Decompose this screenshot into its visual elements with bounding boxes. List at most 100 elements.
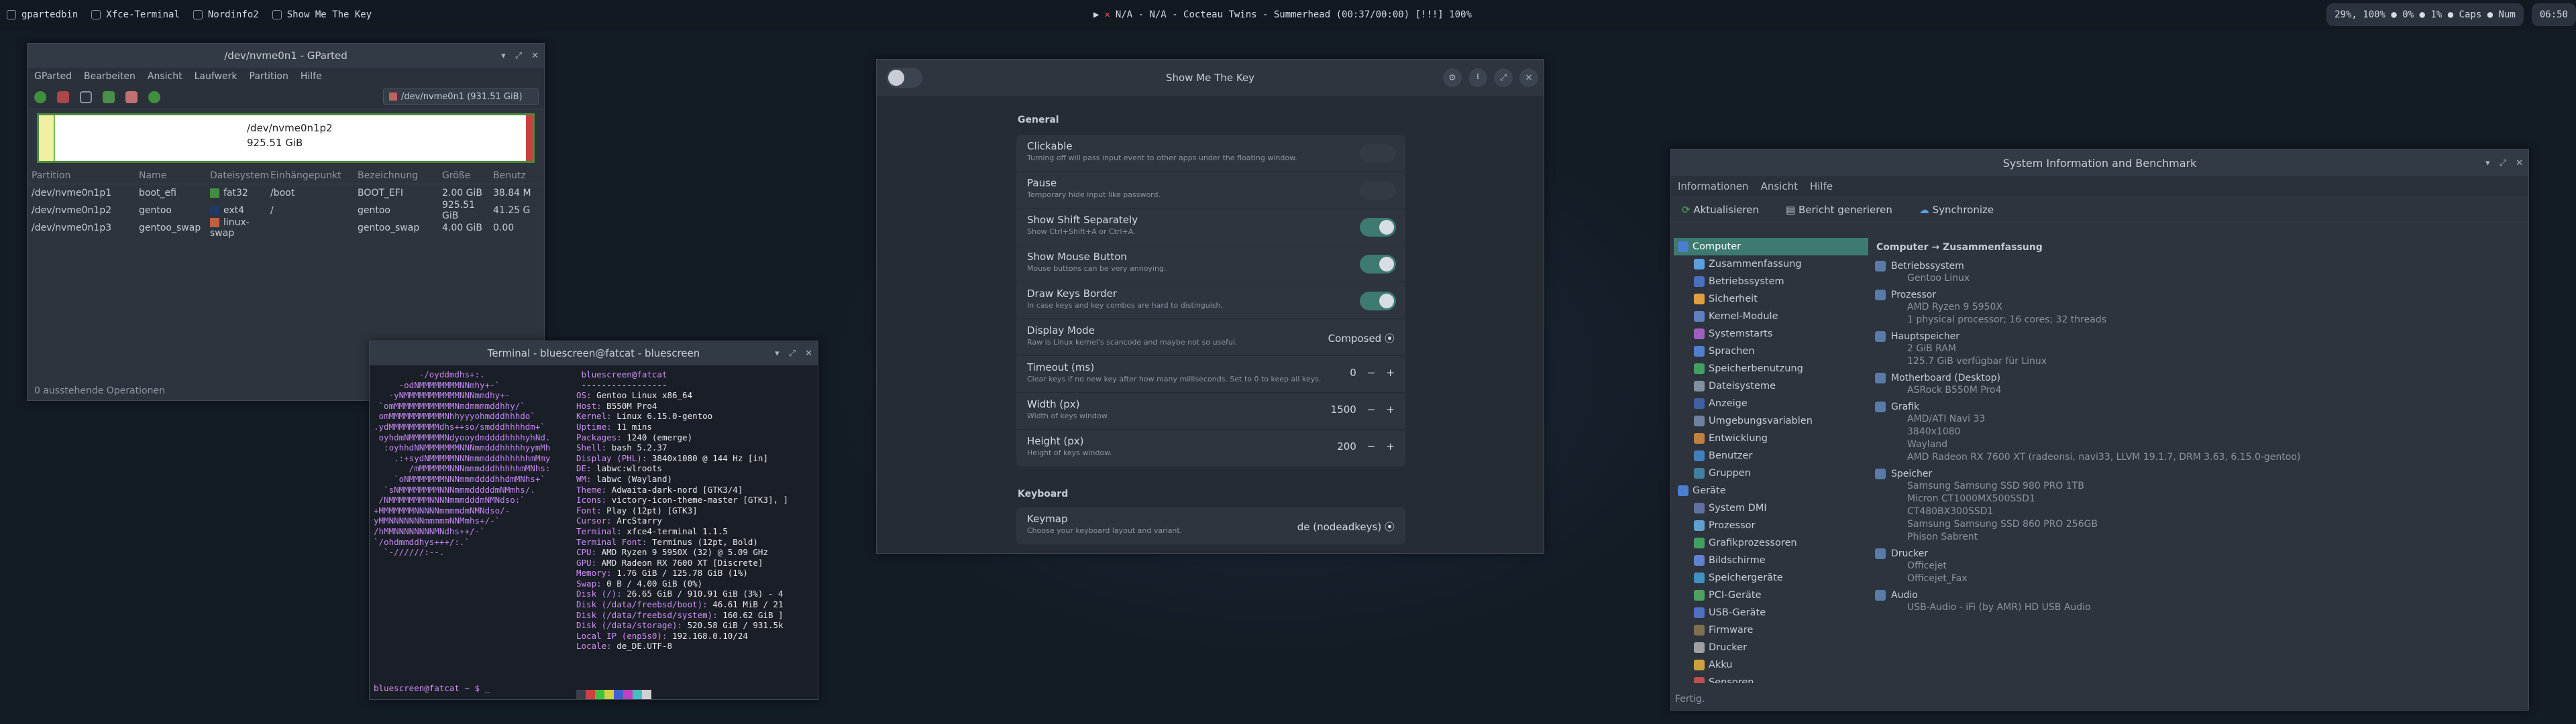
minimize-icon[interactable]: ▾ xyxy=(2485,158,2490,168)
tree-item[interactable]: Prozessor xyxy=(1674,517,1868,534)
device-selector[interactable]: /dev/nvme0n1 (931.51 GiB) xyxy=(383,88,539,105)
maximize-icon[interactable]: ⤢ xyxy=(1494,68,1513,87)
sync-button[interactable]: ☁ Synchronize xyxy=(1919,204,1994,216)
partition-graph[interactable]: /dev/nvme0n1p2 925.51 GiB xyxy=(37,113,535,163)
copy-icon[interactable] xyxy=(103,90,115,103)
tree-item[interactable]: Sensoren xyxy=(1674,674,1868,683)
master-toggle[interactable] xyxy=(886,68,922,88)
column-header[interactable]: Größe xyxy=(442,170,493,181)
width-value[interactable]: 1500 xyxy=(1331,404,1356,416)
download-icon[interactable]: ⭳ xyxy=(1468,68,1487,87)
menu-gparted[interactable]: GParted xyxy=(34,71,72,82)
system-tray[interactable]: 29%, 100% ● 0% ● 1% ● Caps ● Num xyxy=(2326,3,2524,26)
menu-partition[interactable]: Partition xyxy=(250,71,288,82)
window-titlebar[interactable]: Show Me The Key ⚙ ⭳ ⤢ ✕ xyxy=(877,60,1544,96)
window-titlebar[interactable]: System Information and Benchmark ▾ ⤢ ✕ xyxy=(1671,149,2528,176)
tree-item[interactable]: Akku xyxy=(1674,656,1868,674)
apply-icon[interactable] xyxy=(148,90,160,103)
show-mouse-toggle[interactable] xyxy=(1360,255,1396,274)
maximize-icon[interactable]: ⤢ xyxy=(515,51,522,61)
column-header[interactable]: Benutz xyxy=(493,170,533,181)
minus-icon[interactable]: − xyxy=(1367,440,1376,452)
draw-border-toggle[interactable] xyxy=(1360,292,1396,310)
menu-bearbeiten[interactable]: Bearbeiten xyxy=(84,71,136,82)
width-spinner[interactable]: 1500− + xyxy=(1331,404,1395,416)
menu-laufwerk[interactable]: Laufwerk xyxy=(195,71,237,82)
tree-item[interactable]: Bildschirme xyxy=(1674,552,1868,569)
tree-item[interactable]: Sicherheit xyxy=(1674,290,1868,308)
minimize-icon[interactable]: ▾ xyxy=(775,349,780,359)
tree-item[interactable]: Firmware xyxy=(1674,621,1868,639)
close-icon[interactable]: ✕ xyxy=(1519,68,1538,87)
window-titlebar[interactable]: /dev/nvme0n1 - GParted ▾ ⤢ ✕ xyxy=(28,44,544,68)
tree-item[interactable]: Entwicklung xyxy=(1674,430,1868,447)
tree-item[interactable]: Anzeige xyxy=(1674,395,1868,412)
column-header[interactable]: Bezeichnung xyxy=(358,170,442,181)
tree-item[interactable]: USB-Geräte xyxy=(1674,604,1868,621)
delete-partition-icon[interactable] xyxy=(57,90,69,103)
plus-icon[interactable]: + xyxy=(1386,440,1395,452)
taskbar-item-terminal[interactable]: Xfce-Terminal xyxy=(85,0,186,29)
clickable-toggle[interactable] xyxy=(1360,144,1396,163)
minimize-icon[interactable]: ▾ xyxy=(501,51,506,61)
tree-item[interactable]: Computer xyxy=(1674,238,1868,255)
minus-icon[interactable]: − xyxy=(1367,404,1376,416)
menu-ansicht[interactable]: Ansicht xyxy=(1761,180,1798,192)
tree-item[interactable]: Speichergeräte xyxy=(1674,569,1868,587)
maximize-icon[interactable]: ⤢ xyxy=(789,349,796,359)
height-spinner[interactable]: 200− + xyxy=(1337,440,1395,452)
show-shift-toggle[interactable] xyxy=(1360,218,1396,237)
tree-item[interactable]: Benutzer xyxy=(1674,447,1868,465)
height-value[interactable]: 200 xyxy=(1337,440,1356,452)
media-player-widget[interactable]: ▶ ✕ N/A - N/A - Cocteau Twins - Summerhe… xyxy=(1093,0,1472,29)
tree-item[interactable]: Gruppen xyxy=(1674,465,1868,482)
timeout-value[interactable]: 0 xyxy=(1350,367,1356,379)
taskbar-item-nordinfo[interactable]: Nordinfo2 xyxy=(186,0,266,29)
plus-icon[interactable]: + xyxy=(1386,404,1395,416)
close-icon[interactable]: ✕ xyxy=(805,349,812,359)
settings-icon[interactable]: ⚙ xyxy=(1443,68,1462,87)
tree-item[interactable]: Sprachen xyxy=(1674,343,1868,360)
tree-item[interactable]: Dateisysteme xyxy=(1674,377,1868,395)
close-icon[interactable]: ✕ xyxy=(2516,158,2523,168)
column-header[interactable]: Partition xyxy=(28,170,139,181)
tree-item[interactable]: System DMI xyxy=(1674,499,1868,517)
column-header[interactable]: Name xyxy=(139,170,210,181)
keymap-dropdown[interactable]: de (nodeadkeys) ⦿ xyxy=(1297,520,1395,534)
partition-p1-block[interactable] xyxy=(39,115,55,161)
taskbar-item-showmethekey[interactable]: Show Me The Key xyxy=(266,0,378,29)
close-icon[interactable]: ✕ xyxy=(531,51,539,61)
paste-icon[interactable] xyxy=(125,90,138,103)
tree-item[interactable]: Betriebssystem xyxy=(1674,273,1868,290)
menu-informationen[interactable]: Informationen xyxy=(1678,180,1749,192)
pause-toggle[interactable] xyxy=(1360,181,1396,200)
terminal-output[interactable]: -/oyddmdhs+:. -odNMMMMMMMMNNmhy+-` -yNMM… xyxy=(370,365,818,699)
tree-item[interactable]: Geräte xyxy=(1674,482,1868,499)
shell-prompt[interactable]: bluescreen@fatcat ~ $ _ xyxy=(374,683,490,694)
column-header[interactable]: Dateisystem xyxy=(210,170,270,181)
partition-p3-block[interactable] xyxy=(526,115,533,161)
menu-hilfe[interactable]: Hilfe xyxy=(301,71,322,82)
tree-item[interactable]: Kernel-Module xyxy=(1674,308,1868,325)
window-titlebar[interactable]: Terminal - bluescreen@fatcat - bluescree… xyxy=(370,341,818,365)
minus-icon[interactable]: − xyxy=(1367,367,1376,379)
table-row[interactable]: /dev/nvme0n1p2 gentoo ext4 / gentoo 925.… xyxy=(28,200,544,221)
tree-item[interactable]: PCI-Geräte xyxy=(1674,587,1868,604)
tree-item[interactable]: Speicherbenutzung xyxy=(1674,360,1868,377)
report-button[interactable]: ▤ Bericht generieren xyxy=(1786,204,1892,216)
tree-item[interactable]: Zusammenfassung xyxy=(1674,255,1868,273)
tree-item[interactable]: Umgebungsvariablen xyxy=(1674,412,1868,430)
shuffle-icon[interactable]: ✕ xyxy=(1104,9,1110,20)
taskbar-item-gparted[interactable]: gpartedbin xyxy=(0,0,85,29)
new-partition-icon[interactable] xyxy=(34,90,46,103)
plus-icon[interactable]: + xyxy=(1386,367,1395,379)
refresh-button[interactable]: ⟳ Aktualisieren xyxy=(1682,204,1759,216)
tree-item[interactable]: Drucker xyxy=(1674,639,1868,656)
display-mode-dropdown[interactable]: Composed ⦿ xyxy=(1328,331,1395,345)
table-row[interactable]: /dev/nvme0n1p3 gentoo_swap linux-swap ge… xyxy=(28,217,544,239)
menu-ansicht[interactable]: Ansicht xyxy=(148,71,182,82)
menu-hilfe[interactable]: Hilfe xyxy=(1810,180,1833,192)
column-header[interactable]: Einhängepunkt xyxy=(270,170,358,181)
tree-item[interactable]: Grafikprozessoren xyxy=(1674,534,1868,552)
tree-item[interactable]: Systemstarts xyxy=(1674,325,1868,343)
